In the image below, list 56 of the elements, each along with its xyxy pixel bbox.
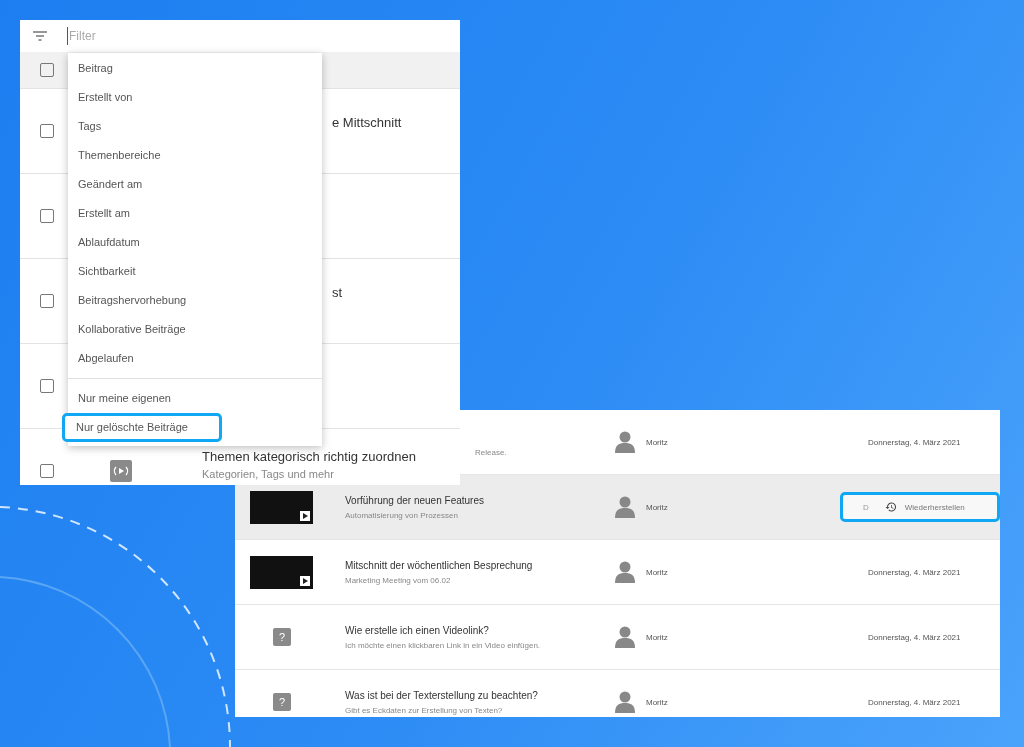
post-subtitle: Ich möchte einen klickbaren Link in ein Video einfügen. (345, 640, 542, 650)
post-subtitle: Automatisierung von Prozessen (345, 510, 459, 520)
play-icon (300, 575, 310, 586)
post-title: st (332, 284, 343, 300)
post-title: e Mittschnitt (332, 114, 402, 130)
author-name: Moritz (646, 567, 669, 577)
history-icon (884, 501, 897, 513)
avatar-silhouette-icon (615, 691, 635, 713)
select-all-checkbox[interactable] (40, 63, 54, 77)
post-subtitle: Release. (475, 448, 508, 457)
question-icon: ? (273, 693, 291, 711)
menu-item[interactable]: Sichtbarkeit (70, 257, 320, 286)
post-date: Donnerstag, 4. März 2021 (868, 437, 961, 447)
post-title: Mitschnitt der wöchentlichen Besprechung (345, 559, 534, 571)
menu-item[interactable]: Nur meine eigenen (70, 384, 320, 413)
post-row[interactable]: ? Wie erstelle ich einen Videolink? Ich möchte einen klickbaren Link in ein Video einfügen. Moritz Donnerstag, 4. März 2021 (235, 605, 1000, 670)
menu-item[interactable]: Kollaborative Beiträge (70, 315, 320, 344)
post-row[interactable]: Mitschnitt der wöchentlichen Besprechung Marketing Meeting vom 06.02 Moritz Donnerstag, 4. März 2021 (235, 540, 1000, 605)
menu-item[interactable]: Beitrag (70, 54, 320, 83)
menu-item[interactable]: Tags (70, 112, 320, 141)
row-checkbox[interactable] (40, 294, 54, 308)
date-text: D (863, 502, 869, 512)
row-checkbox[interactable] (40, 379, 54, 393)
post-subtitle: Gibt es Eckdaten zur Erstellung von Texten? (345, 705, 504, 715)
menu-item[interactable]: Themenbereiche (70, 141, 320, 170)
post-title: Wie erstelle ich einen Videolink? (345, 624, 490, 636)
post-title: Vorführung der neuen Features (345, 494, 485, 506)
post-date: Donnerstag, 4. März 2021 (868, 567, 961, 577)
row-checkbox[interactable] (40, 209, 54, 223)
menu-item[interactable]: Nur gelöschte Beiträge (62, 413, 222, 442)
post-title: Was ist bei der Texterstellung zu beachten? (345, 689, 539, 701)
filter-icon[interactable] (33, 31, 47, 41)
broadcast-icon (110, 460, 132, 482)
author-name: Moritz (646, 502, 669, 512)
author-name: Moritz (646, 632, 669, 642)
menu-item[interactable]: Abgelaufen (70, 344, 320, 373)
post-date: Donnerstag, 4. März 2021 (868, 697, 961, 707)
author-name: Moritz (646, 697, 669, 707)
menu-item[interactable]: Erstellt am (70, 199, 320, 228)
avatar-silhouette-icon (615, 431, 635, 453)
menu-item[interactable]: Beitragshervorhebung (70, 286, 320, 315)
row-checkbox[interactable] (40, 464, 54, 478)
post-date: Donnerstag, 4. März 2021 (868, 632, 961, 642)
menu-item[interactable]: Geändert am (70, 170, 320, 199)
menu-item[interactable]: Ablaufdatum (70, 228, 320, 257)
post-subtitle: Marketing Meeting vom 06.02 (345, 575, 452, 585)
avatar-silhouette-icon (615, 561, 635, 583)
post-row[interactable]: ? Was ist bei der Texterstellung zu beachten? Gibt es Eckdaten zur Erstellung von Texten? Moritz Donnerstag, 4. März 2021 (235, 670, 1000, 717)
avatar-silhouette-icon (615, 496, 635, 518)
question-icon: ? (273, 628, 291, 646)
menu-item[interactable]: Erstellt von (70, 83, 320, 112)
row-checkbox[interactable] (40, 124, 54, 138)
play-icon (300, 510, 310, 521)
restore-button[interactable]: Wiederherstellen (882, 499, 967, 515)
author-name: Moritz (646, 437, 669, 447)
avatar-silhouette-icon (615, 626, 635, 648)
